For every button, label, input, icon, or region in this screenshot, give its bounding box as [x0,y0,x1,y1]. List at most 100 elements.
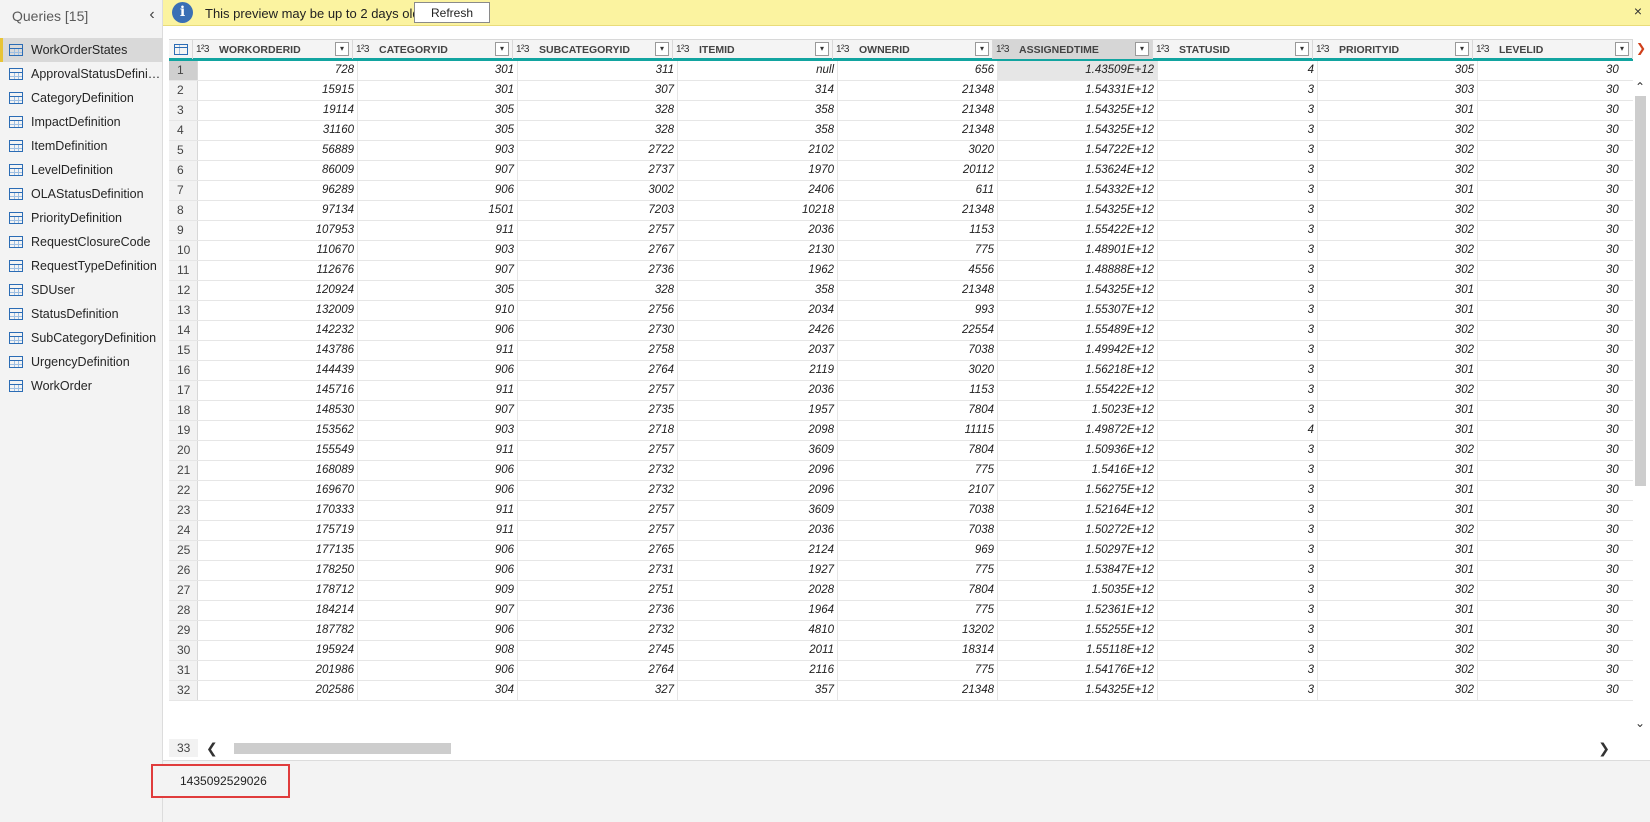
table-cell[interactable]: 2745 [518,641,678,660]
table-cell[interactable]: 2107 [838,481,998,500]
table-cell[interactable]: 906 [358,561,518,580]
table-menu-button[interactable] [169,40,193,59]
table-cell[interactable]: 302 [1318,441,1478,460]
table-cell[interactable]: 1.49872E+12 [998,421,1158,440]
query-item[interactable]: RequestTypeDefinition [0,254,163,278]
table-cell[interactable]: 301 [1318,461,1478,480]
table-cell[interactable]: 301 [1318,421,1478,440]
table-cell[interactable]: 144439 [198,361,358,380]
table-cell[interactable]: 30 [1478,201,1633,220]
table-cell[interactable]: 1927 [678,561,838,580]
table-cell[interactable]: 2757 [518,441,678,460]
table-cell[interactable]: 2406 [678,181,838,200]
table-cell[interactable]: 195924 [198,641,358,660]
table-cell[interactable]: 302 [1318,341,1478,360]
table-cell[interactable]: 3002 [518,181,678,200]
number-type-icon[interactable]: 1²3 [836,44,856,55]
table-cell[interactable]: 302 [1318,161,1478,180]
table-cell[interactable]: 21348 [838,101,998,120]
table-cell[interactable]: 302 [1318,681,1478,700]
table-cell[interactable]: 30 [1478,521,1633,540]
table-cell[interactable]: 2730 [518,321,678,340]
table-cell[interactable]: 2737 [518,161,678,180]
column-header[interactable]: 1²3 LEVELID ▾ [1473,40,1633,59]
scroll-right-icon[interactable]: ❯ [1598,741,1610,755]
table-cell[interactable]: 304 [358,681,518,700]
column-header[interactable]: 1²3 OWNERID ▾ [833,40,993,59]
table-cell[interactable]: 301 [1318,101,1478,120]
table-cell[interactable]: 1.50297E+12 [998,541,1158,560]
number-type-icon[interactable]: 1²3 [1156,44,1176,55]
table-cell[interactable]: 911 [358,221,518,240]
table-cell[interactable]: 30 [1478,221,1633,240]
row-number[interactable]: 2 [169,81,198,100]
table-cell[interactable]: 2426 [678,321,838,340]
table-cell[interactable]: 908 [358,641,518,660]
table-cell[interactable]: 328 [518,121,678,140]
table-cell[interactable]: 2116 [678,661,838,680]
table-cell[interactable]: 30 [1478,601,1633,620]
table-cell[interactable]: 3 [1158,441,1318,460]
table-cell[interactable]: 178250 [198,561,358,580]
table-cell[interactable]: 3 [1158,501,1318,520]
table-cell[interactable]: 96289 [198,181,358,200]
table-cell[interactable]: 3609 [678,501,838,520]
table-cell[interactable]: 358 [678,121,838,140]
row-number[interactable]: 14 [169,321,198,340]
table-cell[interactable]: 775 [838,601,998,620]
table-cell[interactable]: 358 [678,281,838,300]
table-cell[interactable]: 3 [1158,661,1318,680]
table-cell[interactable]: 2718 [518,421,678,440]
table-cell[interactable]: 302 [1318,261,1478,280]
table-cell[interactable]: 301 [1318,181,1478,200]
table-cell[interactable]: 328 [518,281,678,300]
row-number[interactable]: 32 [169,681,198,700]
row-number[interactable]: 21 [169,461,198,480]
table-cell[interactable]: 1.56275E+12 [998,481,1158,500]
table-cell[interactable]: 2028 [678,581,838,600]
table-cell[interactable]: 1.5035E+12 [998,581,1158,600]
table-cell[interactable]: 3020 [838,141,998,160]
row-number[interactable]: 3 [169,101,198,120]
table-cell[interactable]: 1.55422E+12 [998,381,1158,400]
table-cell[interactable]: 30 [1478,341,1633,360]
query-item[interactable]: WorkOrder [0,374,163,398]
table-cell[interactable]: 906 [358,321,518,340]
table-cell[interactable]: 178712 [198,581,358,600]
table-cell[interactable]: 13202 [838,621,998,640]
query-item[interactable]: StatusDefinition [0,302,163,326]
table-cell[interactable]: 301 [1318,561,1478,580]
row-number[interactable]: 4 [169,121,198,140]
table-cell[interactable]: 301 [1318,281,1478,300]
table-cell[interactable]: 3 [1158,261,1318,280]
table-cell[interactable]: 30 [1478,681,1633,700]
table-cell[interactable]: 993 [838,301,998,320]
row-number[interactable]: 19 [169,421,198,440]
table-cell[interactable]: 1.55118E+12 [998,641,1158,660]
table-cell[interactable]: 2034 [678,301,838,320]
table-cell[interactable]: 30 [1478,641,1633,660]
table-cell[interactable]: 4810 [678,621,838,640]
table-cell[interactable]: 1.55422E+12 [998,221,1158,240]
scroll-down-icon[interactable]: ⌄ [1635,716,1645,730]
table-cell[interactable]: 907 [358,261,518,280]
number-type-icon[interactable]: 1²3 [516,44,536,55]
table-cell[interactable]: 3 [1158,381,1318,400]
table-cell[interactable]: 21348 [838,81,998,100]
table-cell[interactable]: 2735 [518,401,678,420]
table-cell[interactable]: 30 [1478,441,1633,460]
table-cell[interactable]: 2758 [518,341,678,360]
table-cell[interactable]: 7038 [838,341,998,360]
row-number[interactable]: 17 [169,381,198,400]
table-cell[interactable]: 1.54325E+12 [998,281,1158,300]
table-cell[interactable]: 30 [1478,101,1633,120]
table-cell[interactable]: 2096 [678,481,838,500]
table-cell[interactable]: 7804 [838,581,998,600]
table-cell[interactable]: 302 [1318,121,1478,140]
row-number[interactable]: 20 [169,441,198,460]
table-cell[interactable]: 30 [1478,141,1633,160]
table-cell[interactable]: 2036 [678,521,838,540]
table-cell[interactable]: 1.55307E+12 [998,301,1158,320]
table-cell[interactable]: 30 [1478,61,1633,80]
table-cell[interactable]: 302 [1318,381,1478,400]
